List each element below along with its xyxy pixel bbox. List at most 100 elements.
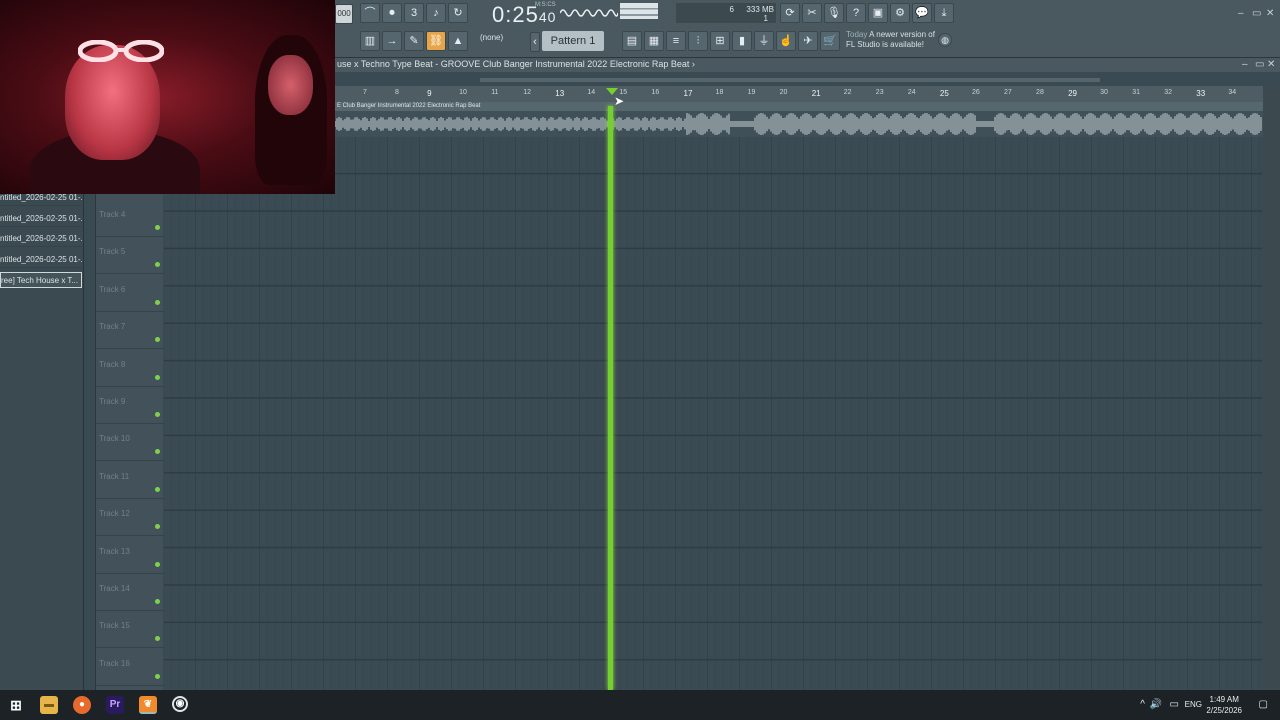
polyphony: 1 [763, 14, 768, 23]
waveform-path [335, 113, 1262, 135]
mixer-icon[interactable]: ⫶ [688, 31, 708, 51]
track-mute-led-icon[interactable] [155, 524, 160, 530]
refresh-icon[interactable]: ⟳ [780, 3, 800, 23]
audio-clip-waveform[interactable] [335, 111, 1263, 137]
draw-icon[interactable]: ✎ [404, 31, 424, 51]
ruler-tick: 20 [779, 89, 788, 96]
cut-icon[interactable]: ✂ [802, 3, 822, 23]
track-mute-led-icon[interactable] [155, 486, 160, 492]
obs-icon[interactable]: ◉ [172, 696, 188, 712]
premiere-icon[interactable]: Pr [106, 696, 124, 714]
pattern-prev-icon[interactable]: ‹ [530, 32, 540, 52]
ruler-tick: 10 [459, 89, 467, 96]
touch-icon[interactable]: ☝ [776, 31, 796, 51]
playlist-maximize-icon[interactable]: ▭ [1255, 59, 1264, 70]
plugin-db-icon[interactable]: ▮ [732, 31, 752, 51]
countdown-icon[interactable]: 3 [404, 3, 424, 23]
restore-icon[interactable]: ▭ [1252, 8, 1261, 19]
minimize-icon[interactable]: – [1238, 8, 1244, 19]
track-header[interactable]: Track 6 [96, 275, 164, 312]
piano-icon[interactable]: ▥ [360, 31, 380, 51]
channel-rack-icon[interactable]: ▦ [644, 31, 664, 51]
track-mute-led-icon[interactable] [155, 374, 160, 380]
firefox-icon[interactable]: ● [73, 696, 91, 714]
close-icon[interactable]: ✕ [1266, 8, 1274, 19]
pattern-selector[interactable]: Pattern 1 [542, 31, 604, 51]
track-header[interactable]: Track 11 [96, 462, 164, 499]
track-header[interactable]: Track 4 [96, 200, 164, 237]
mic-icon[interactable]: 🎙 [824, 3, 844, 23]
time-format-label: M:S:CS [535, 2, 556, 8]
track-mute-led-icon[interactable] [155, 262, 160, 268]
track-mute-led-icon[interactable] [155, 337, 160, 343]
download-icon[interactable]: ⤓ [934, 3, 954, 23]
track-header[interactable]: Track 15 [96, 611, 164, 649]
track-label: Track 12 [99, 509, 130, 519]
browser-file-item[interactable]: ntitled_2026-02-25 01-... [0, 252, 82, 268]
track-header[interactable]: Track 16 [96, 649, 164, 686]
save-icon[interactable]: ▣ [868, 3, 888, 23]
piano-roll-icon[interactable]: ≡ [666, 31, 686, 51]
track-mute-led-icon[interactable] [155, 412, 160, 417]
help-icon[interactable]: ? [846, 3, 866, 23]
browser-file-item[interactable]: ntitled_2026-02-25 01-... [0, 231, 82, 247]
track-header[interactable]: Track 9 [96, 387, 164, 424]
playlist-icon[interactable]: ▤ [622, 31, 642, 51]
track-header[interactable]: Track 5 [96, 237, 164, 275]
track-header[interactable]: Track 10 [96, 424, 164, 462]
track-label: Track 10 [99, 434, 130, 444]
track-mute-led-icon[interactable] [155, 225, 160, 230]
browser-icon[interactable]: ⊞ [710, 31, 730, 51]
step-edit-icon[interactable]: ♪ [426, 3, 446, 23]
playhead[interactable] [608, 106, 613, 690]
tempo-display[interactable]: 000 [335, 4, 353, 24]
file-explorer-icon[interactable]: ▬ [40, 696, 58, 714]
update-hint-day: Today [846, 30, 868, 39]
arrow-right-icon[interactable]: → [382, 31, 402, 51]
track-header[interactable]: Track 13 [96, 537, 164, 574]
audio-clip-header[interactable]: E Club Banger Instrumental 2022 Electron… [335, 102, 1263, 111]
playlist-minimize-icon[interactable]: – [1242, 59, 1248, 70]
track-headers: Track 4 Track 5 Track 6 Track 7 Track 8 Track… [95, 190, 164, 690]
plugin-icon[interactable]: ⚙ [890, 3, 910, 23]
track-mute-led-icon[interactable] [155, 599, 160, 604]
network-icon[interactable]: ▭ [1170, 699, 1179, 710]
globe-icon[interactable]: ◍ [938, 33, 952, 47]
link-icon[interactable]: ⛓ [426, 31, 446, 51]
fl-studio-icon[interactable]: ❦ [139, 696, 157, 714]
language-indicator[interactable]: ENG [1185, 700, 1202, 709]
horizontal-scrollbar[interactable] [480, 78, 1100, 82]
ruler-tick: 34 [1228, 89, 1237, 96]
sunglasses-icon [78, 40, 164, 62]
stamp-icon[interactable]: ▲ [448, 31, 468, 51]
browser-file-item[interactable]: ntitled_2026-02-25 01-... [0, 211, 82, 227]
loop-record-icon[interactable]: ↻ [448, 3, 468, 23]
tray-chevron-icon[interactable]: ^ [1140, 699, 1145, 710]
wait-record-icon[interactable]: ⏺ [382, 3, 402, 23]
playlist-grid[interactable] [164, 137, 1262, 690]
playlist-close-icon[interactable]: ✕ [1267, 59, 1275, 70]
track-header[interactable]: Track 8 [96, 350, 164, 387]
windows-start-icon[interactable]: ⊞ [7, 696, 25, 714]
browser-file-item[interactable]: ree] Tech House x T... [0, 272, 82, 288]
shop-icon[interactable]: 🛒 [820, 31, 840, 51]
track-mute-led-icon[interactable] [155, 561, 160, 567]
track-mute-led-icon[interactable] [155, 636, 160, 642]
track-header[interactable]: Track 14 [96, 574, 164, 611]
update-hint[interactable]: Today A newer version of FL Studio is av… [846, 30, 935, 50]
chat-icon[interactable]: 💬 [912, 3, 932, 23]
system-clock[interactable]: 1:49 AM 2/25/2026 [1206, 694, 1242, 716]
plug-icon[interactable]: ⏚ [754, 31, 774, 51]
track-header[interactable]: Track 12 [96, 499, 164, 537]
metronome-icon[interactable]: ⌒ [360, 3, 380, 23]
pattern-none-select[interactable]: (none) [480, 33, 503, 42]
track-header[interactable]: Track 7 [96, 312, 164, 350]
track-mute-led-icon[interactable] [155, 673, 160, 679]
track-mute-led-icon[interactable] [155, 449, 160, 455]
tempo-tap-icon[interactable]: ✈ [798, 31, 818, 51]
timeline-ruler[interactable]: 7 8 9 10 11 12 13 14 15 16 17 18 19 20 21 22 23 24 25 26 27 2… [335, 86, 1263, 102]
vertical-scrollbar[interactable] [1264, 86, 1280, 690]
notification-icon[interactable]: ▢ [1259, 699, 1268, 710]
speaker-icon[interactable]: 🔊 [1150, 699, 1162, 710]
track-mute-led-icon[interactable] [155, 299, 160, 305]
